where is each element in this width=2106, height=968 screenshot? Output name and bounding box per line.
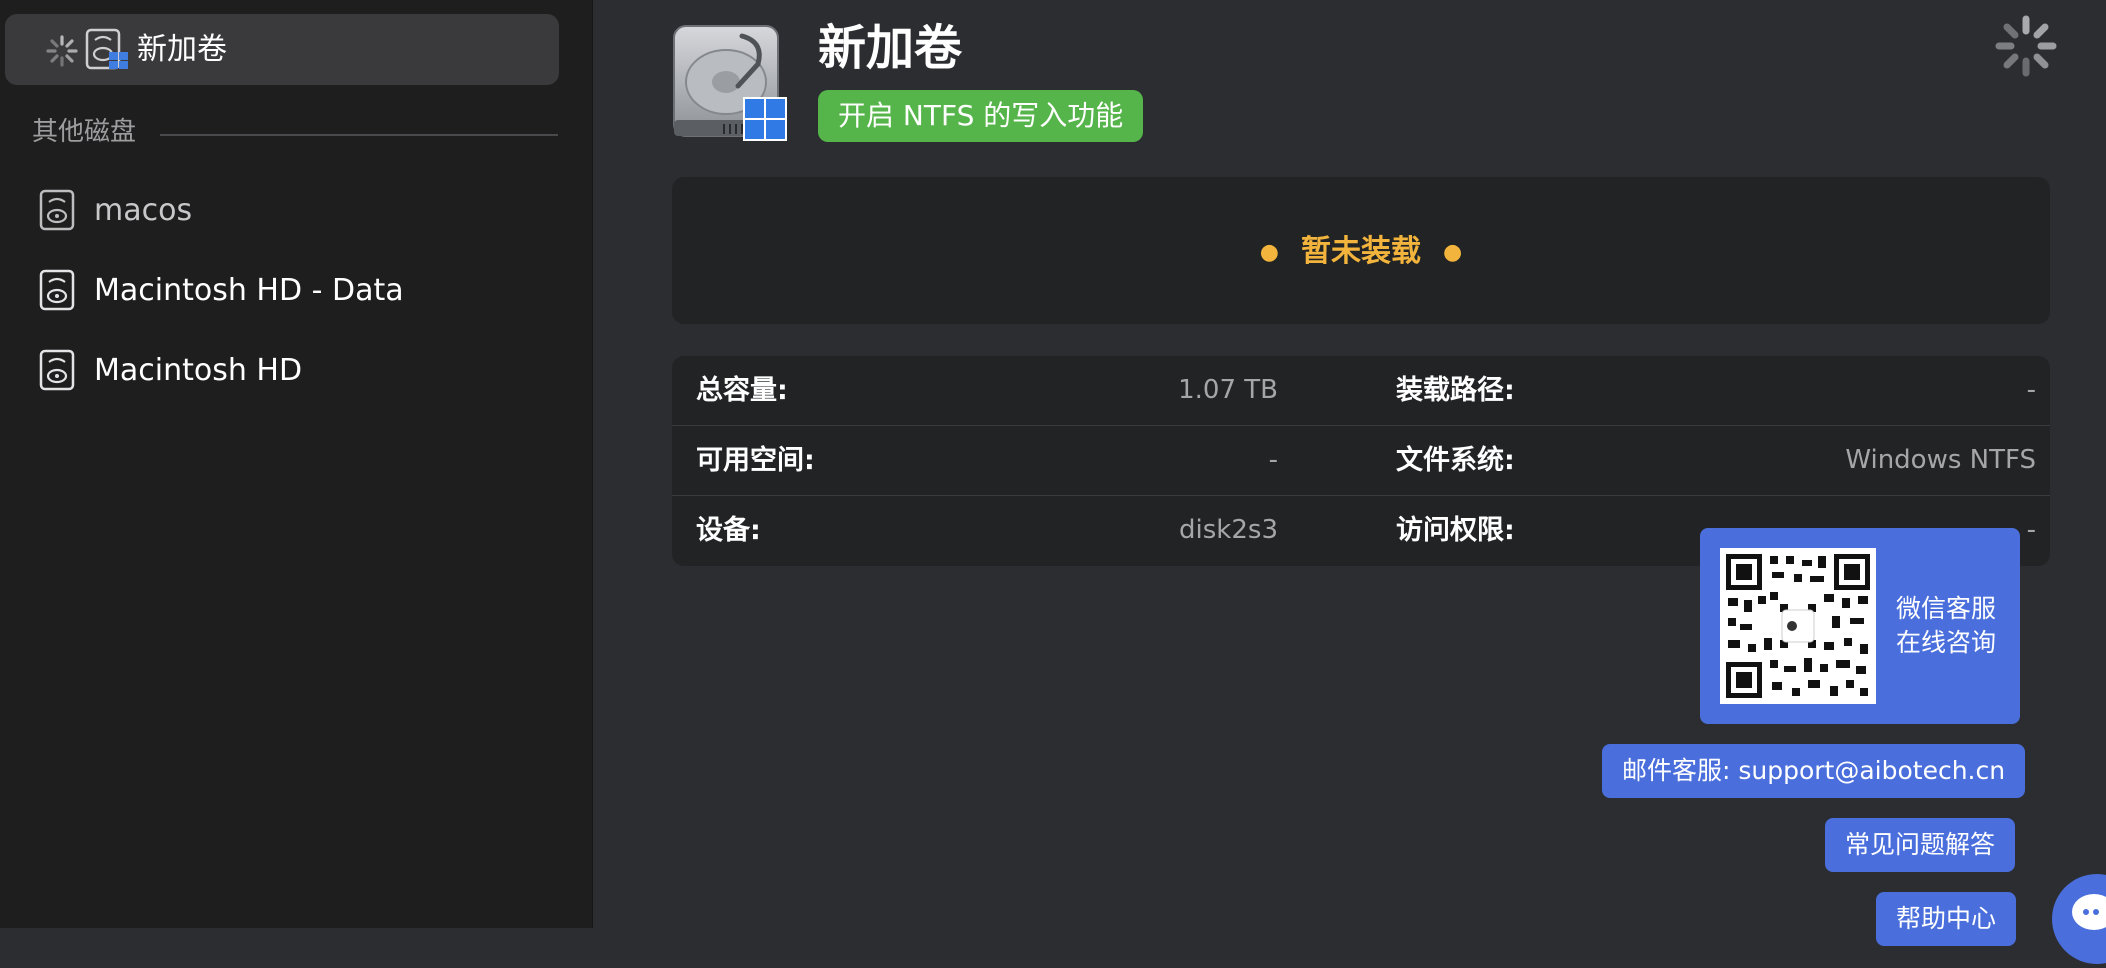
wechat-support-card[interactable]: 微信客服 在线咨询 — [1700, 528, 2020, 724]
status-dot: ● — [1259, 239, 1279, 265]
help-center-button[interactable]: 帮助中心 — [1876, 892, 2017, 946]
spinner-icon — [46, 35, 78, 67]
free-space-value: - — [1268, 445, 1278, 475]
access-label: 访问权限: — [1396, 515, 1515, 546]
volume-title: 新加卷 — [818, 20, 963, 76]
free-space-label: 可用空间: — [696, 445, 815, 476]
info-row: 总容量: 1.07 TB 装载路径: - — [672, 356, 2050, 425]
mount-status: ● 暂未装载 ● — [672, 227, 2050, 278]
mount-status-text: 暂未装载 — [1301, 234, 1421, 269]
total-capacity-label: 总容量: — [696, 375, 788, 406]
sidebar-item-macos[interactable]: macos — [38, 185, 558, 235]
enable-ntfs-write-button[interactable]: 开启 NTFS 的写入功能 — [818, 90, 1144, 142]
sidebar-item-macintosh-hd-data[interactable]: Macintosh HD - Data — [38, 265, 558, 315]
qr-code-icon — [1720, 548, 1876, 704]
status-dot: ● — [1443, 239, 1463, 265]
divider — [160, 134, 558, 136]
disk-icon — [39, 189, 75, 231]
section-title-other-disks: 其他磁盘 — [32, 117, 137, 147]
device-label: 设备: — [696, 515, 761, 546]
mount-path-label: 装载路径: — [1396, 375, 1515, 406]
sidebar-item-selected-volume[interactable]: 新加卷 — [5, 14, 559, 85]
wechat-support-text: 微信客服 在线咨询 — [1896, 592, 1996, 660]
sidebar-item-macintosh-hd[interactable]: Macintosh HD — [38, 345, 558, 395]
sidebar: 新加卷 其他磁盘 macos Macintosh HD - Data Macin… — [0, 0, 593, 928]
wechat-support-line1: 微信客服 — [1896, 594, 1997, 623]
device-value: disk2s3 — [1179, 515, 1278, 545]
mount-path-value: - — [2026, 375, 2036, 405]
sidebar-item-label: 新加卷 — [137, 32, 227, 67]
spinner-icon — [1995, 15, 2057, 77]
total-capacity-value: 1.07 TB — [1178, 375, 1278, 405]
file-system-value: Windows NTFS — [1845, 445, 2036, 475]
mount-status-card: ● 暂未装载 ● — [672, 177, 2050, 324]
disk-name: Macintosh HD - Data — [94, 272, 404, 308]
faq-button[interactable]: 常见问题解答 — [1825, 818, 2016, 872]
disk-icon — [39, 349, 75, 391]
disk-windows-icon — [85, 28, 128, 70]
disk-name: Macintosh HD — [94, 352, 303, 388]
wechat-support-line2: 在线咨询 — [1896, 628, 1997, 657]
hard-drive-windows-icon — [673, 25, 787, 141]
chat-icon[interactable] — [2052, 874, 2106, 964]
disk-icon — [39, 269, 75, 311]
file-system-label: 文件系统: — [1396, 445, 1515, 476]
email-support-button[interactable]: 邮件客服: support@aibotech.cn — [1602, 744, 2026, 798]
info-row: 可用空间: - 文件系统: Windows NTFS — [672, 426, 2050, 495]
access-value: - — [2026, 515, 2036, 545]
disk-name: macos — [94, 192, 193, 228]
chat-bubble-glyph — [2072, 894, 2106, 930]
